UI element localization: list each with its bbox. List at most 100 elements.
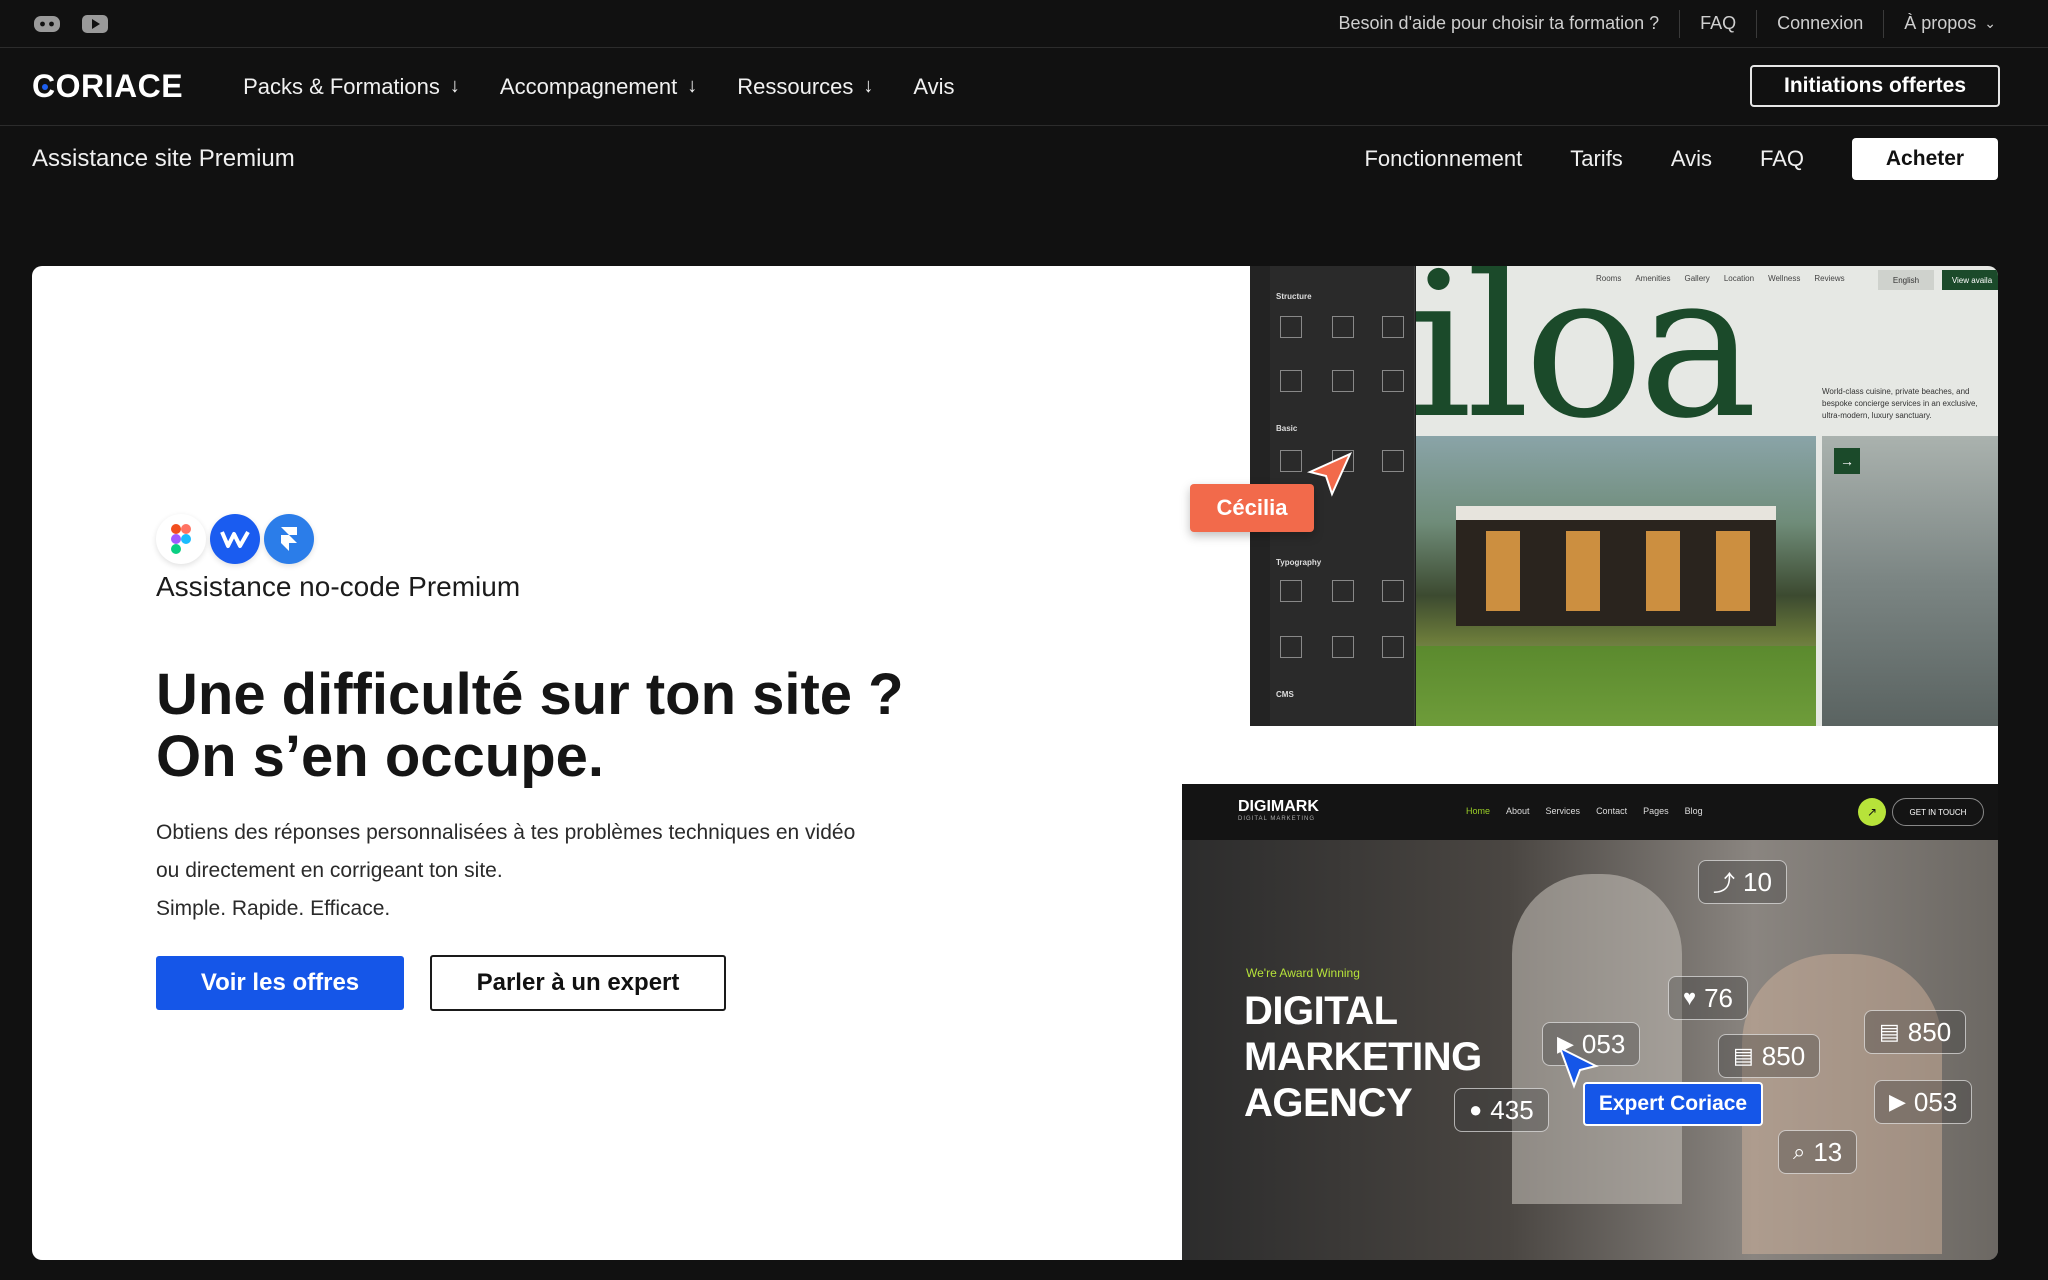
site-menu-item[interactable]: Gallery [1684,274,1709,283]
marketing-menu-item[interactable]: Pages [1643,806,1669,816]
chevron-down-icon: ⌄ [1984,15,1996,31]
utility-links: Besoin d'aide pour choisir ta formation … [1319,9,2016,38]
page-slot-icon [1382,370,1404,392]
subnav-faq[interactable]: FAQ [1760,146,1804,172]
paragraph-block-icon [1332,580,1354,602]
arrow-right-icon[interactable]: → [1834,448,1860,474]
comment-count-bubble: ▤ 850 [1718,1034,1821,1078]
view-count-bubble: ▶ 053 [1874,1080,1973,1124]
logo-dot [42,84,48,90]
subnav-links: Fonctionnement Tarifs Avis FAQ Acheter [1364,138,1998,180]
panel-section-basic: Basic [1276,424,1298,433]
utility-bar: Besoin d'aide pour choisir ta formation … [0,0,2048,48]
desc-line-1: Obtiens des réponses personnalisées à te… [156,821,856,844]
marketing-menu-item[interactable]: Services [1546,806,1581,816]
headline-line-2: On s’en occupe. [156,724,604,789]
site-menu-item[interactable]: Amenities [1635,274,1670,283]
talk-to-expert-button[interactable]: Parler à un expert [430,955,726,1011]
text-block-icon [1280,636,1302,658]
site-menu-item[interactable]: Location [1724,274,1754,283]
villa-window [1566,531,1600,611]
marketing-site-screenshot: DIGIMARK DIGITAL MARKETING Home About Ser… [1182,784,1998,1260]
hero-description: Obtiens des réponses personnalisées à te… [156,814,956,928]
site-logo-word: iloa [1416,266,1758,463]
figma-icon [156,514,206,564]
comment-count-bubble: ▤ 850 [1864,1010,1967,1054]
youtube-icon[interactable] [80,13,110,35]
like-count-bubble: ♥ 76 [1668,976,1748,1020]
desc-line-2: ou directement en corrigeant ton site. [156,859,503,882]
list-item-icon [1382,450,1404,472]
site-menu-item[interactable]: Wellness [1768,274,1800,283]
buy-button[interactable]: Acheter [1852,138,1998,180]
site-language-select[interactable]: English [1878,270,1934,290]
heading-block-icon [1280,580,1302,602]
marketing-menu-item[interactable]: Contact [1596,806,1627,816]
discord-icon[interactable] [32,13,62,35]
login-link[interactable]: Connexion [1756,9,1883,38]
marketing-menu-item[interactable]: Blog [1685,806,1703,816]
search-icon: ⌕ [1793,1139,1806,1164]
marketing-menu-item[interactable]: Home [1466,806,1490,816]
framer-icon [264,514,314,564]
hflex-block-icon [1332,370,1354,392]
hero-eyebrow: Assistance no-code Premium [156,571,521,602]
main-navigation: CORIACE Packs & Formations ↓ Accompagneme… [0,48,2048,126]
villa-window [1716,531,1750,611]
arrow-down-icon: ↓ [863,75,874,97]
panel-section-typography: Typography [1276,558,1322,567]
help-choose-link[interactable]: Besoin d'aide pour choisir ta formation … [1319,10,1680,38]
about-dropdown[interactable]: À propos ⌄ [1883,9,2016,38]
marketing-brand: DIGIMARK DIGITAL MARKETING [1238,798,1319,822]
panel-section-structure: Structure [1276,292,1312,301]
search-count-bubble: ⌕ 13 [1778,1130,1858,1174]
comment-icon: ▤ [1733,1043,1754,1068]
get-in-touch-button[interactable]: GET IN TOUCH [1892,798,1984,826]
vflex-block-icon [1280,370,1302,392]
subnav-avis[interactable]: Avis [1671,146,1712,172]
arrow-down-icon: ↓ [687,75,698,97]
site-menu-item[interactable]: Rooms [1596,274,1621,283]
container-block-icon [1332,316,1354,338]
social-links [32,13,110,35]
hero-headline: Une difficulté sur ton site ? On s’en oc… [156,664,956,788]
share-count-bubble: ⤴ 10 [1698,860,1787,904]
arrow-up-right-icon[interactable]: ↗ [1858,798,1886,826]
nav-avis[interactable]: Avis [913,74,954,100]
marketing-menu: Home About Services Contact Pages Blog [1466,806,1703,816]
faq-top-link[interactable]: FAQ [1679,9,1756,38]
product-title: Assistance site Premium [32,145,295,172]
text-link-icon [1382,580,1404,602]
site-menu-item[interactable]: Reviews [1814,274,1844,283]
editor-screenshot: Structure Basic Typography CMS iloa Room… [1250,266,1998,726]
section-block-icon [1280,316,1302,338]
site-cta-button[interactable]: View availa [1942,270,1998,290]
headline-line-1: Une difficulté sur ton site ? [156,662,904,727]
pool-photo [1822,436,1998,726]
user-icon: ● [1469,1097,1483,1122]
site-blurb: World-class cuisine, private beaches, an… [1822,387,1978,420]
panel-section-cms: CMS [1276,690,1294,699]
villa-photo [1416,436,1816,726]
villa-lawn [1416,646,1816,726]
follower-count-bubble: ● 435 [1454,1088,1549,1132]
marketing-menu-item[interactable]: About [1506,806,1530,816]
nav-ressources[interactable]: Ressources ↓ [737,74,873,100]
subnav-tarifs[interactable]: Tarifs [1570,146,1623,172]
subnav-fonctionnement[interactable]: Fonctionnement [1364,146,1522,172]
villa-window [1486,531,1520,611]
marketing-headline: DIGITAL MARKETING AGENCY [1244,989,1482,1125]
website-preview: iloa Rooms Amenities Gallery Location We… [1416,266,1998,726]
blockquote-icon [1332,636,1354,658]
nav-packs-formations[interactable]: Packs & Formations ↓ [243,74,460,100]
award-text: We're Award Winning [1246,966,1360,980]
div-block-icon [1280,450,1302,472]
collaborator-cursor-label: Cécilia [1190,484,1314,532]
arrow-down-icon: ↓ [449,75,460,97]
coriace-logo[interactable]: CORIACE [32,68,183,105]
product-subnav: Assistance site Premium Fonctionnement T… [0,126,2048,192]
initiations-button[interactable]: Initiations offertes [1750,65,2000,107]
villa-window [1646,531,1680,611]
view-offers-button[interactable]: Voir les offres [156,956,404,1010]
nav-accompagnement[interactable]: Accompagnement ↓ [500,74,697,100]
